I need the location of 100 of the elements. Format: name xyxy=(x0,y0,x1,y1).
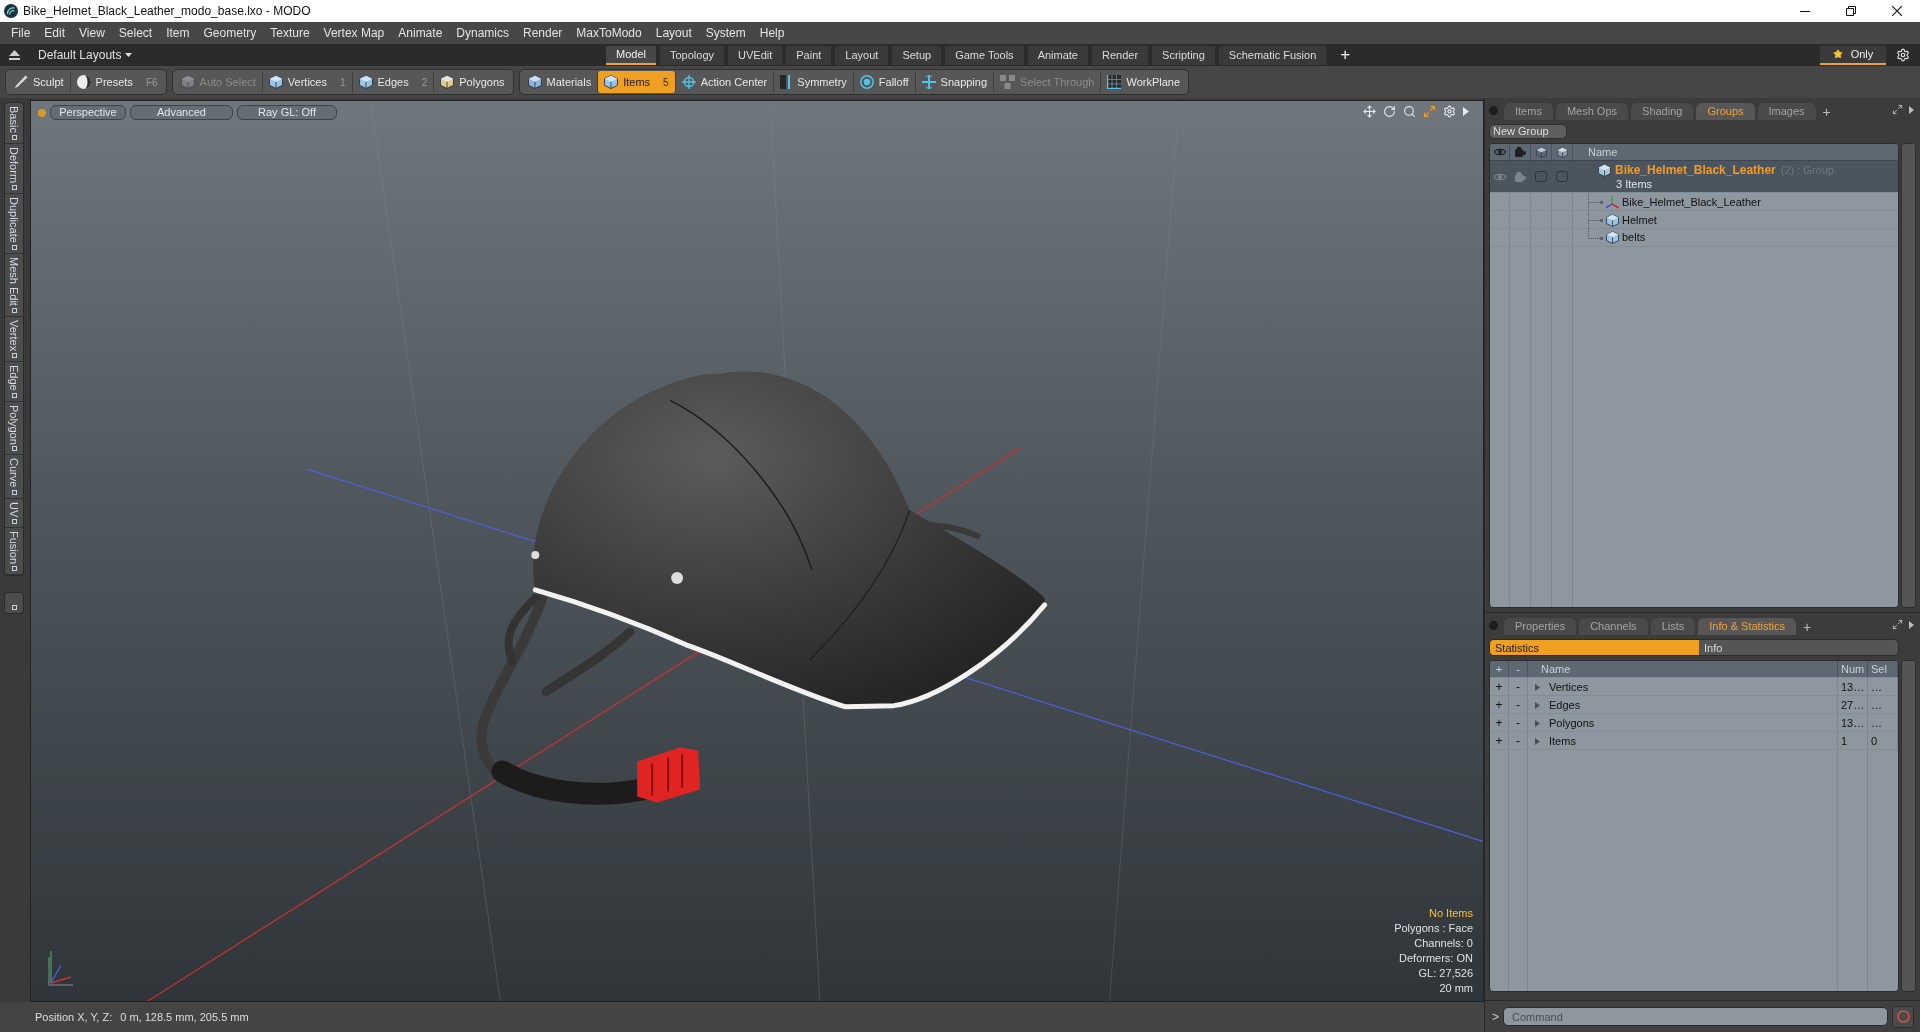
restore-icon[interactable] xyxy=(1846,6,1856,16)
panel-tab[interactable]: Groups xyxy=(1696,103,1755,120)
tool-button[interactable]: Falloff xyxy=(853,71,915,93)
toggle-box[interactable] xyxy=(1535,171,1547,182)
tool-button[interactable]: Presets F6 xyxy=(70,71,164,93)
panel-tab[interactable]: Mesh Ops xyxy=(1555,103,1629,120)
expand-arrow-icon[interactable] xyxy=(1534,701,1541,709)
new-group-button[interactable]: New Group xyxy=(1489,124,1567,139)
panel-tab[interactable]: Lists xyxy=(1650,618,1696,635)
menu-item[interactable]: Item xyxy=(159,22,197,44)
side-tab[interactable]: Fusion xyxy=(5,528,23,576)
layout-tab[interactable]: Setup xyxy=(892,45,942,65)
layout-tab[interactable]: Game Tools xyxy=(945,45,1024,65)
menu-item[interactable]: Texture xyxy=(263,22,317,44)
layout-tab[interactable]: Animate xyxy=(1027,45,1088,65)
triangle-icon[interactable] xyxy=(1463,107,1469,116)
layout-tab[interactable]: UVEdit xyxy=(728,45,783,65)
layout-tab[interactable]: Layout xyxy=(835,45,889,65)
minimize-icon[interactable] xyxy=(1800,10,1810,12)
menu-item[interactable]: File xyxy=(4,22,38,44)
command-field[interactable]: Command xyxy=(1503,1007,1888,1026)
expand-arrow-icon[interactable] xyxy=(1534,719,1541,727)
expand-icon[interactable] xyxy=(1892,104,1903,115)
triangle-icon[interactable] xyxy=(1909,105,1914,114)
layout-tab[interactable]: Render xyxy=(1092,45,1149,65)
tool-button[interactable]: Symmetry xyxy=(774,71,853,93)
panel-tab[interactable]: Images xyxy=(1757,103,1816,120)
layout-tab[interactable]: Schematic Fusion xyxy=(1218,45,1327,65)
item-name[interactable]: Bike_Helmet_Black_Leather xyxy=(1622,193,1761,211)
side-tab[interactable]: Basic xyxy=(5,103,23,144)
side-tab[interactable]: Vertex xyxy=(5,316,23,362)
layout-tab[interactable]: Paint xyxy=(786,45,832,65)
menu-item[interactable]: Vertex Map xyxy=(316,22,392,44)
tool-button[interactable]: Materials xyxy=(521,71,598,93)
add-stat-button[interactable]: + xyxy=(1495,732,1503,750)
side-tab[interactable]: Edge xyxy=(5,361,23,402)
panel-tab[interactable]: Info & Statistics xyxy=(1698,618,1797,635)
tool-button[interactable]: Action Center xyxy=(675,71,774,93)
menu-item[interactable]: View xyxy=(72,22,112,44)
menu-item[interactable]: Select xyxy=(111,22,160,44)
side-tab[interactable]: Curve xyxy=(5,455,23,499)
viewport-mode-button[interactable]: Advanced xyxy=(130,105,233,120)
add-stat-button[interactable]: + xyxy=(1495,696,1503,714)
layout-dropdown[interactable]: Default Layouts xyxy=(38,46,133,64)
tool-button[interactable]: Sculpt xyxy=(8,71,70,93)
tool-button[interactable]: Items 5 xyxy=(598,71,675,93)
panel-tab[interactable]: Shading xyxy=(1631,103,1694,120)
gear-icon[interactable] xyxy=(1443,105,1456,118)
viewport-mode-button[interactable]: Perspective xyxy=(50,105,126,120)
up-arrow-icon[interactable] xyxy=(9,50,20,60)
tool-button[interactable]: WorkPlane xyxy=(1101,71,1187,93)
menu-item[interactable]: Animate xyxy=(391,22,450,44)
triangle-icon[interactable] xyxy=(1909,620,1914,629)
tool-button[interactable]: Vertices 1 xyxy=(262,71,352,93)
item-name[interactable]: belts xyxy=(1622,229,1646,246)
tool-button[interactable]: Snapping xyxy=(915,71,994,93)
camera-icon[interactable] xyxy=(1514,147,1526,158)
side-strip-button[interactable] xyxy=(4,592,24,615)
layout-tab[interactable]: Scripting xyxy=(1152,45,1215,65)
remove-stat-button[interactable]: - xyxy=(1516,678,1520,696)
viewport-mode-button[interactable]: Ray GL: Off xyxy=(237,105,337,120)
search-icon[interactable] xyxy=(1403,105,1416,118)
menu-item[interactable]: Dynamics xyxy=(449,22,516,44)
record-button[interactable] xyxy=(1892,1005,1914,1028)
menu-item[interactable]: Help xyxy=(752,22,792,44)
menu-item[interactable]: Render xyxy=(516,22,570,44)
close-icon[interactable] xyxy=(1892,6,1902,16)
add-stat-button[interactable]: + xyxy=(1495,714,1503,732)
side-tab[interactable]: UV xyxy=(5,498,23,529)
side-tab[interactable]: Mesh Edit xyxy=(5,253,23,317)
menu-item[interactable]: Geometry xyxy=(196,22,264,44)
item-name[interactable]: Helmet xyxy=(1622,211,1657,229)
camera-icon[interactable] xyxy=(1514,171,1526,182)
toggle-box[interactable] xyxy=(1556,171,1568,182)
side-tab[interactable]: Duplicate xyxy=(5,193,23,254)
layout-tab[interactable]: Model xyxy=(606,45,656,65)
rotate-icon[interactable] xyxy=(1383,105,1396,118)
expand-arrow-icon[interactable] xyxy=(1534,737,1541,745)
expand-arrow-icon[interactable] xyxy=(1534,683,1541,691)
expand-icon[interactable] xyxy=(1892,619,1903,630)
side-tab[interactable]: Deform xyxy=(5,143,23,194)
remove-stat-button[interactable]: - xyxy=(1516,714,1520,732)
panel-tab[interactable]: Properties xyxy=(1504,618,1577,635)
move-icon[interactable] xyxy=(1363,105,1376,118)
remove-stat-button[interactable]: - xyxy=(1516,696,1520,714)
add-tab-button[interactable]: + xyxy=(1822,103,1831,120)
menu-item[interactable]: Layout xyxy=(648,22,699,44)
eye-icon[interactable] xyxy=(1493,148,1506,157)
only-toggle[interactable]: Only xyxy=(1820,45,1886,65)
panel-tab[interactable]: Channels xyxy=(1579,618,1648,635)
eye-icon[interactable] xyxy=(1493,172,1506,181)
menu-item[interactable]: Edit xyxy=(37,22,73,44)
side-tab[interactable]: Polygon xyxy=(5,401,23,456)
remove-stat-button[interactable]: - xyxy=(1516,732,1520,750)
expand-icon[interactable] xyxy=(1423,105,1436,118)
mode-tab[interactable]: Statistics xyxy=(1490,640,1699,655)
menu-item[interactable]: System xyxy=(698,22,753,44)
menu-item[interactable]: MaxToModo xyxy=(569,22,649,44)
add-stat-button[interactable]: + xyxy=(1495,678,1503,696)
panel-tab[interactable]: Items xyxy=(1504,103,1553,120)
